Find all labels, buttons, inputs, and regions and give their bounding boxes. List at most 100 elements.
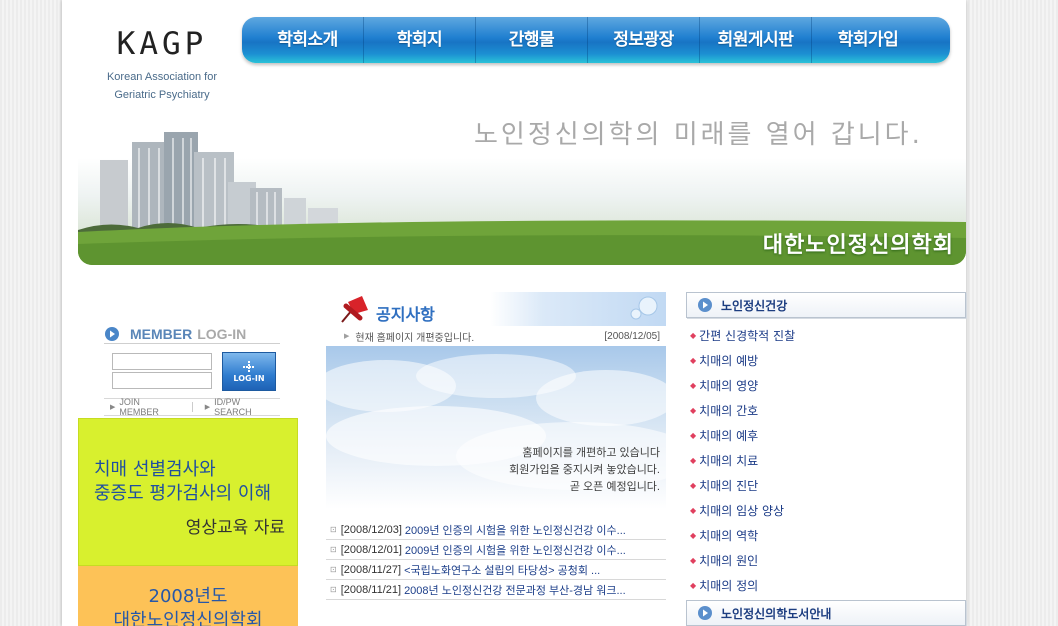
notice-panel-line1: 홈페이지를 개편하고 있습니다 <box>522 447 660 459</box>
join-member-label: JOIN MEMBER <box>119 397 159 417</box>
pushpin-icon <box>341 296 368 323</box>
health-item-nursing[interactable]: ◆ 치매의 간호 <box>686 398 966 423</box>
square-bullet-icon: ⊡ <box>330 565 337 574</box>
banner-tagline: 노인정신의학의 미래를 열어 갑니다. <box>474 120 923 150</box>
login-title: MEMBER LOG-IN <box>104 324 280 344</box>
notice-panel-line3: 곧 오픈 예정입니다. <box>569 481 660 493</box>
health-item-diagnosis[interactable]: ◆ 치매의 진단 <box>686 473 966 498</box>
library-guide-title: 노인정신의학도서안내 <box>721 606 832 621</box>
notice-title-link[interactable]: <국립노화연구소 설립의 타당성> 공청회 ... <box>404 562 600 578</box>
health-item-definition[interactable]: ◆ 치매의 정의 <box>686 573 966 598</box>
notice-panel-line2: 회원가입을 중지시켜 놓았습니다. <box>509 464 660 476</box>
health-item-prognosis[interactable]: ◆ 치매의 예후 <box>686 423 966 448</box>
notice-header-background <box>490 292 666 326</box>
promo-green-line1: 치매 선별검사와 <box>94 459 216 480</box>
notice-row[interactable]: ⊡ [2008/11/21] 2008년 노인정신건강 전문과정 부산-경남 워… <box>326 580 666 600</box>
bullet-icon: ◆ <box>690 356 697 365</box>
health-item-label: 치매의 진단 <box>699 479 759 493</box>
nav-item-member-board[interactable]: 회원게시판 <box>700 17 812 63</box>
bullet-icon: ◆ <box>690 531 697 540</box>
promo-orange-line1: 2008년도 <box>148 586 228 607</box>
notice-title-link[interactable]: 2009년 인증의 시험을 위한 노인정신건강 이수... <box>405 522 626 538</box>
bullet-icon: ◆ <box>690 506 697 515</box>
health-item-label: 치매의 정의 <box>699 579 759 593</box>
login-title-member: MEMBER <box>130 325 193 342</box>
square-bullet-icon: ⊡ <box>330 525 337 534</box>
dementia-video-promo[interactable]: 치매 선별검사와 중증도 평가검사의 이해 영상교육 자료 <box>78 418 298 566</box>
notice-title-link[interactable]: 2008년 노인정신건강 전문과정 부산-경남 워크... <box>404 582 626 598</box>
play-circle-icon <box>105 326 119 341</box>
notice-title-link[interactable]: 2009년 인증의 시험을 위한 노인정신건강 이수... <box>405 542 626 558</box>
bullet-icon: ◆ <box>690 456 697 465</box>
notice-row[interactable]: ⊡ [2008/12/03] 2009년 인증의 시험을 위한 노인정신건강 이… <box>326 520 666 540</box>
health-item-label: 치매의 치료 <box>699 454 759 468</box>
nav-item-information[interactable]: 정보광장 <box>588 17 700 63</box>
logo-subtitle-line2: Geriatric Psychiatry <box>114 89 210 101</box>
nav-item-about[interactable]: 학회소개 <box>252 17 364 63</box>
banner-society-name: 대한노인정신의학회 <box>762 233 954 258</box>
id-pw-search-label: ID/PW SEARCH <box>214 397 252 417</box>
bullet-icon: ◆ <box>690 331 697 340</box>
promo-green-line2: 중증도 평가검사의 이해 <box>94 483 272 504</box>
login-title-login: LOG-IN <box>197 325 247 342</box>
logo-subtitle: Korean Association for Geriatric Psychia… <box>92 68 232 104</box>
notice-title: 공지사항 <box>376 305 435 324</box>
logo-mark: KAGP <box>116 26 208 62</box>
notice-image-panel: 홈페이지를 개편하고 있습니다 회원가입을 중지시켜 놓았습니다. 곧 오픈 예… <box>326 346 666 509</box>
health-item-treatment[interactable]: ◆ 치매의 치료 <box>686 448 966 473</box>
join-member-link[interactable]: ▶ JOIN MEMBER <box>104 397 182 417</box>
bullet-icon: ◆ <box>690 581 697 590</box>
annual-event-promo[interactable]: 2008년도 대한노인정신의학회 <box>78 566 298 626</box>
bullet-icon: ◆ <box>690 556 697 565</box>
health-item-label: 간편 신경학적 진찰 <box>699 329 796 343</box>
hero-banner: 노인정신의학의 미래를 열어 갑니다. 대한노인정신의학회 <box>78 112 966 265</box>
geriatric-mental-health-title: 노인정신건강 <box>721 298 788 313</box>
password-field[interactable] <box>112 372 212 389</box>
main-nav: 학회소개 학회지 간행물 정보광장 회원게시판 학회가입 <box>242 17 950 63</box>
health-item-epidemiology[interactable]: ◆ 치매의 역학 <box>686 523 966 548</box>
triangle-icon: ▶ <box>204 404 211 411</box>
health-item-clinical-features[interactable]: ◆ 치매의 임상 양상 <box>686 498 966 523</box>
bullet-icon: ◆ <box>690 406 697 415</box>
login-button[interactable]: LOG-IN <box>222 352 276 391</box>
login-button-label: LOG-IN <box>233 374 265 383</box>
notice-date: [2008/11/21] <box>340 583 402 596</box>
health-item-label: 치매의 영양 <box>699 379 759 393</box>
health-item-label: 치매의 임상 양상 <box>699 504 785 518</box>
notice-list: ⊡ [2008/12/03] 2009년 인증의 시험을 위한 노인정신건강 이… <box>326 520 666 600</box>
notice-header: 공지사항 <box>326 292 666 326</box>
health-item-label: 치매의 예방 <box>699 354 759 368</box>
promo-green-line3: 영상교육 자료 <box>185 518 285 538</box>
health-topic-list: ◆ 간편 신경학적 진찰 ◆ 치매의 예방 ◆ 치매의 영양 ◆ 치매의 간호 ◆ 치매의… <box>686 323 966 598</box>
id-pw-search-link[interactable]: ▶ ID/PW SEARCH <box>199 397 280 417</box>
triangle-icon: ▶ <box>110 404 116 411</box>
member-login-box: MEMBER LOG-IN LOG-IN ▶ JOIN MEMBER ▶ ID/… <box>104 324 280 418</box>
notice-date: [2008/12/01] <box>340 543 402 556</box>
health-item-prevention[interactable]: ◆ 치매의 예방 <box>686 348 966 373</box>
health-item-label: 치매의 역학 <box>699 529 759 543</box>
nav-item-journal[interactable]: 학회지 <box>364 17 476 63</box>
play-circle-icon <box>698 298 712 312</box>
notice-date: [2008/12/03] <box>340 523 402 536</box>
notice-featured[interactable]: ▶ 현재 홈페이지 개편중입니다. [2008/12/05] <box>326 327 666 345</box>
site-logo[interactable]: KAGP Korean Association for Geriatric Ps… <box>92 24 232 104</box>
nav-item-join[interactable]: 학회가입 <box>812 17 924 63</box>
notice-row[interactable]: ⊡ [2008/11/27] <국립노화연구소 설립의 타당성> 공청회 ... <box>326 560 666 580</box>
health-item-neuro-exam[interactable]: ◆ 간편 신경학적 진찰 <box>686 323 966 348</box>
user-id-field[interactable] <box>112 353 212 370</box>
notice-featured-date: [2008/12/05] <box>604 330 660 342</box>
library-guide-header[interactable]: 노인정신의학도서안내 <box>686 600 966 626</box>
promo-orange-line2: 대한노인정신의학회 <box>113 610 263 626</box>
health-item-nutrition[interactable]: ◆ 치매의 영양 <box>686 373 966 398</box>
divider <box>191 402 193 412</box>
logo-subtitle-line1: Korean Association for <box>106 71 218 83</box>
notice-row[interactable]: ⊡ [2008/12/01] 2009년 인증의 시험을 위한 노인정신건강 이… <box>326 540 666 560</box>
geriatric-mental-health-header[interactable]: 노인정신건강 <box>686 292 966 318</box>
nav-item-publications[interactable]: 간행물 <box>476 17 588 63</box>
bullet-icon: ◆ <box>690 431 697 440</box>
square-bullet-icon: ⊡ <box>330 585 337 594</box>
square-bullet-icon: ⊡ <box>330 545 337 554</box>
notice-date: [2008/11/27] <box>340 563 402 576</box>
health-item-label: 치매의 원인 <box>699 554 759 568</box>
health-item-causes[interactable]: ◆ 치매의 원인 <box>686 548 966 573</box>
